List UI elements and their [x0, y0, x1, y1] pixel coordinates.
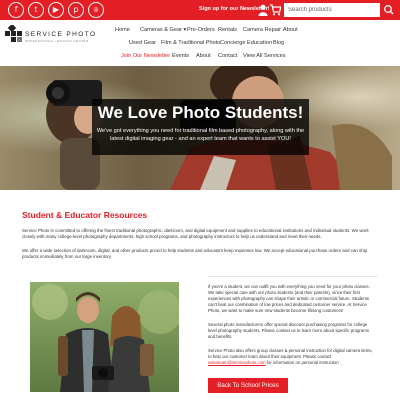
nav-cameras-gear[interactable]: Cameras & Gear ▾: [140, 27, 186, 33]
students-photo: [30, 282, 179, 392]
students-image: [30, 282, 179, 392]
facebook-icon[interactable]: f: [8, 2, 24, 18]
nav-about-2[interactable]: About: [196, 53, 211, 59]
nav-used-gear[interactable]: Used Gear: [129, 40, 156, 46]
email-icon[interactable]: @: [88, 2, 104, 18]
pinterest-icon[interactable]: p: [68, 2, 84, 18]
right-paragraph-1: If you're a student, we can outfit you w…: [208, 284, 370, 313]
nav-blog[interactable]: Blog: [273, 40, 284, 46]
intro-paragraph-2: We offer a wide selection of darkroom, d…: [22, 248, 368, 260]
nav-film-traditional[interactable]: Film & Traditional Photo: [161, 40, 220, 46]
nav-join-newsletter[interactable]: Join Our Newsletter: [121, 53, 170, 59]
nav-about[interactable]: About: [283, 27, 298, 33]
nav-concierge-education[interactable]: Concierge Education: [220, 40, 272, 46]
nav-rentals[interactable]: Rentals: [218, 27, 237, 33]
nav-pre-orders[interactable]: Pre-Orders: [187, 27, 215, 33]
right-paragraph-3: Service Photo also offers group classes …: [208, 348, 376, 366]
right-paragraph-2: Several photo manufacturers offer specia…: [208, 322, 369, 339]
right-paragraph-3-text-a: Service Photo also offers group classes …: [208, 348, 373, 359]
nav-events[interactable]: Events: [172, 53, 189, 59]
nav-camera-repair[interactable]: Camera Repair: [243, 27, 281, 33]
nav-row-3: Join Our Newsletter Events About Contact…: [0, 53, 400, 65]
section-title: Student & Educator Resources: [22, 210, 148, 220]
hero-title: We Love Photo Students!: [97, 103, 304, 122]
search-button[interactable]: [382, 3, 396, 17]
back-to-school-prices-button[interactable]: Back To School Prices: [208, 378, 288, 393]
nav-row-1: Home Cameras & Gear ▾ Pre-Orders Rentals…: [0, 27, 400, 39]
nav-contact[interactable]: Contact: [218, 53, 237, 59]
right-paragraph-3-text-b: for information on personal instruction: [265, 360, 339, 365]
intro-paragraph-1: Service Photo is committed to offering t…: [22, 228, 369, 240]
hero-subtitle: We've got everything you need for tradit…: [96, 128, 305, 142]
search-input[interactable]: [284, 3, 380, 17]
content-divider: [208, 276, 378, 277]
user-account-icon[interactable]: [258, 4, 268, 16]
search-icon: [384, 5, 394, 15]
nav-view-all-services[interactable]: View All Services: [243, 53, 286, 59]
twitter-icon[interactable]: t: [28, 2, 44, 18]
cart-icon[interactable]: [270, 4, 281, 16]
nav-row-2: Used Gear Film & Traditional Photo Conci…: [0, 40, 400, 52]
sales-email-link[interactable]: salesteam@servicephoto.com: [208, 360, 266, 365]
nav-home[interactable]: Home: [115, 27, 130, 33]
youtube-icon[interactable]: ▶: [48, 2, 64, 18]
